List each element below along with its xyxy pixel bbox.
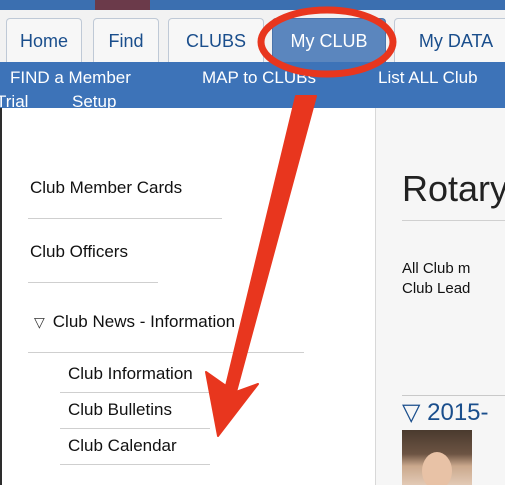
sidebar-subitem-bulletins[interactable]: Club Bulletins	[68, 400, 172, 420]
expand-triangle-icon[interactable]: ▽	[34, 314, 45, 330]
year-section-heading[interactable]: ▽ 2015-	[402, 398, 489, 427]
tab-clubs[interactable]: CLUBS	[168, 18, 264, 62]
tab-home[interactable]: Home	[6, 18, 82, 62]
sidebar-divider	[28, 282, 158, 283]
club-sidebar: Club Member Cards Club Officers ▽ Club Ne…	[0, 108, 376, 485]
intro-text-line-2: Club Lead	[402, 280, 471, 297]
sidebar-item-label: Club News - Information	[52, 312, 236, 331]
sidebar-subitem-information[interactable]: Club Information	[68, 364, 193, 384]
subnav-setup[interactable]: Setup	[72, 92, 116, 108]
title-divider	[402, 220, 505, 221]
sidebar-subitem-calendar[interactable]: Club Calendar	[68, 436, 177, 456]
photo-face	[422, 452, 452, 485]
tab-my-data[interactable]: My DATA	[394, 18, 505, 62]
sidebar-item-news-information[interactable]: ▽ Club News - Information	[34, 312, 235, 332]
top-accent-segment	[95, 0, 150, 10]
subnav-trial[interactable]: Trial	[0, 92, 28, 108]
sidebar-item-member-cards[interactable]: Club Member Cards	[30, 178, 182, 198]
sidebar-item-officers[interactable]: Club Officers	[30, 242, 128, 262]
subnav-map-to-clubs[interactable]: MAP to CLUBs	[202, 68, 316, 88]
member-photo	[402, 430, 472, 485]
sidebar-divider	[60, 428, 210, 429]
subnav-list-all-clubs[interactable]: List ALL Club	[378, 68, 478, 88]
main-content: Rotary All Club m Club Lead ▽ 2015-	[376, 108, 505, 485]
sub-navigation-bar: FIND a Member MAP to CLUBs List ALL Club…	[0, 62, 505, 108]
page-title: Rotary	[402, 168, 505, 209]
top-accent-bar	[0, 0, 505, 10]
sidebar-divider	[60, 464, 210, 465]
tab-find[interactable]: Find	[93, 18, 159, 62]
intro-text-line-1: All Club m	[402, 260, 471, 277]
sidebar-divider	[28, 352, 304, 353]
tab-my-club[interactable]: My CLUB	[272, 18, 386, 62]
subnav-find-member[interactable]: FIND a Member	[10, 68, 131, 88]
sidebar-divider	[60, 392, 240, 393]
sidebar-divider	[28, 218, 222, 219]
section-divider	[402, 395, 505, 396]
main-tab-bar: Home Find CLUBS My CLUB My DATA	[0, 10, 505, 63]
screenshot-frame: Home Find CLUBS My CLUB My DATA FIND a M…	[0, 0, 505, 485]
